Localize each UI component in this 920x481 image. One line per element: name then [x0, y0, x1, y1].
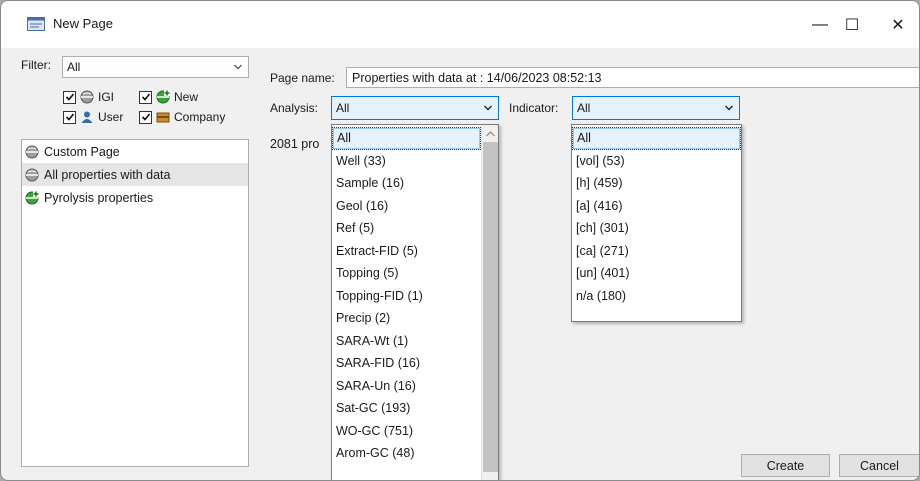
analysis-option[interactable]: Extract-FID (5) [332, 240, 481, 263]
indicator-label: Indicator: [509, 101, 559, 115]
analysis-option[interactable]: Arom-GC (48) [332, 442, 481, 465]
title-bar: New Page — ☐ ✕ [1, 1, 919, 48]
scroll-thumb[interactable] [483, 142, 498, 472]
list-item-label: Custom Page [44, 144, 120, 159]
create-button[interactable]: Create [741, 454, 830, 477]
filter-company-checkbox[interactable]: Company [139, 110, 225, 124]
chevron-down-icon [725, 105, 733, 111]
checkbox-box[interactable] [63, 90, 76, 104]
analysis-option[interactable]: Topping-FID (1) [332, 285, 481, 308]
analysis-option[interactable]: WO-GC (751) [332, 420, 481, 443]
page-name-input[interactable]: Properties with data at : 14/06/2023 08:… [346, 67, 919, 88]
minimize-icon: — [812, 15, 828, 33]
checkbox-box[interactable] [139, 110, 152, 124]
filter-igi-checkbox[interactable]: IGI [63, 90, 114, 104]
analysis-dropdown-list[interactable]: All Well (33) Sample (16) Geol (16) Ref (5) E… [331, 124, 499, 480]
filter-user-checkbox[interactable]: User [63, 110, 123, 124]
igi-icon [25, 168, 39, 181]
filter-new-label: New [174, 90, 199, 104]
indicator-option[interactable]: [un] (401) [572, 262, 741, 285]
analysis-scrollbar[interactable] [481, 125, 498, 480]
indicator-value: All [577, 101, 591, 115]
window-title: New Page [53, 16, 113, 31]
page-name-value: Properties with data at : 14/06/2023 08:… [352, 70, 602, 85]
close-button[interactable]: ✕ [875, 1, 919, 48]
filter-new-checkbox[interactable]: New [139, 90, 198, 104]
page-name-label: Page name: [270, 71, 335, 85]
list-item[interactable]: Custom Page [22, 140, 248, 163]
close-icon: ✕ [891, 16, 905, 34]
maximize-icon: ☐ [844, 16, 860, 34]
page-window-icon [27, 17, 45, 31]
analysis-option[interactable]: All [332, 127, 481, 150]
checkmark-icon [65, 113, 74, 121]
property-count-text: 2081 pro [270, 137, 320, 151]
filter-label: Filter: [21, 58, 51, 72]
analysis-option[interactable]: Topping (5) [332, 262, 481, 285]
checkbox-box[interactable] [63, 110, 76, 124]
igi-icon [80, 90, 94, 104]
company-icon [156, 112, 170, 123]
analysis-option[interactable]: Geol (16) [332, 195, 481, 218]
indicator-option[interactable]: [a] (416) [572, 195, 741, 218]
scroll-up-button[interactable] [482, 125, 498, 142]
cancel-button[interactable]: Cancel [839, 454, 919, 477]
indicator-option[interactable]: [h] (459) [572, 172, 741, 195]
chevron-down-icon [234, 64, 242, 70]
indicator-option[interactable]: n/a (180) [572, 285, 741, 308]
filter-company-label: Company [174, 110, 226, 124]
analysis-option[interactable]: SARA-Wt (1) [332, 330, 481, 353]
checkmark-icon [65, 93, 74, 101]
new-icon [25, 190, 39, 204]
analysis-option[interactable]: SARA-FID (16) [332, 352, 481, 375]
analysis-option[interactable]: Sample (16) [332, 172, 481, 195]
analysis-option[interactable]: Sat-GC (193) [332, 397, 481, 420]
indicator-dropdown-list[interactable]: All [vol] (53) [h] (459) [a] (416) [ch] (301… [571, 124, 742, 322]
analysis-value: All [336, 101, 350, 115]
list-item-label: All properties with data [44, 167, 171, 182]
new-page-dialog: New Page — ☐ ✕ Filter: All IGI New User … [0, 0, 920, 481]
new-icon [156, 90, 170, 104]
filter-user-label: User [98, 110, 124, 124]
chevron-down-icon [484, 105, 492, 111]
analysis-option[interactable]: Precip (2) [332, 307, 481, 330]
list-item[interactable]: All properties with data [22, 163, 248, 186]
list-item-label: Pyrolysis properties [44, 190, 154, 205]
user-icon [81, 111, 93, 123]
indicator-option[interactable]: All [572, 127, 741, 150]
indicator-option[interactable]: [vol] (53) [572, 150, 741, 173]
checkmark-icon [141, 113, 150, 121]
analysis-option[interactable]: SARA-Un (16) [332, 375, 481, 398]
indicator-option[interactable]: [ch] (301) [572, 217, 741, 240]
filter-value: All [67, 60, 81, 74]
filter-combobox[interactable]: All [62, 56, 249, 78]
igi-icon [25, 145, 39, 158]
chevron-up-icon [485, 130, 495, 136]
indicator-combobox[interactable]: All [572, 96, 740, 120]
checkmark-icon [141, 93, 150, 101]
filter-igi-label: IGI [98, 90, 115, 104]
maximize-button[interactable]: ☐ [829, 1, 875, 48]
analysis-option[interactable]: Ref (5) [332, 217, 481, 240]
page-template-list[interactable]: Custom Page All properties with data Pyr… [21, 139, 249, 467]
indicator-option[interactable]: [ca] (271) [572, 240, 741, 263]
list-item[interactable]: Pyrolysis properties [22, 186, 248, 209]
checkbox-box[interactable] [139, 90, 152, 104]
analysis-label: Analysis: [270, 101, 319, 115]
analysis-option[interactable]: Well (33) [332, 150, 481, 173]
analysis-combobox[interactable]: All [331, 96, 499, 120]
